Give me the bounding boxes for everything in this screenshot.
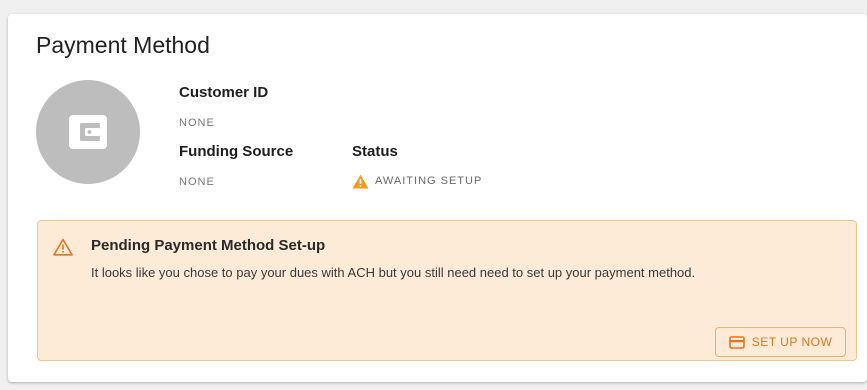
status-value: AWAITING SETUP (375, 175, 483, 187)
funding-source-label: Funding Source (179, 143, 294, 160)
funding-source-value: NONE (179, 176, 215, 188)
pending-setup-alert: Pending Payment Method Set-up It looks l… (37, 220, 857, 361)
wallet-icon (69, 115, 107, 149)
payment-method-card: Payment Method Customer ID NONE Funding … (8, 14, 867, 382)
card-title: Payment Method (36, 32, 210, 58)
avatar (36, 80, 140, 184)
set-up-now-button[interactable]: SET UP NOW (715, 327, 846, 357)
set-up-now-label: SET UP NOW (751, 335, 833, 349)
warning-outline-icon (53, 238, 73, 256)
alert-title: Pending Payment Method Set-up (91, 237, 326, 254)
customer-id-value: NONE (179, 117, 215, 129)
credit-card-icon (728, 335, 745, 349)
warning-icon (352, 174, 369, 188)
status-label: Status (352, 143, 398, 160)
status-badge: AWAITING SETUP (352, 171, 482, 191)
customer-id-label: Customer ID (179, 84, 269, 101)
alert-message: It looks like you chose to pay your dues… (91, 265, 696, 280)
